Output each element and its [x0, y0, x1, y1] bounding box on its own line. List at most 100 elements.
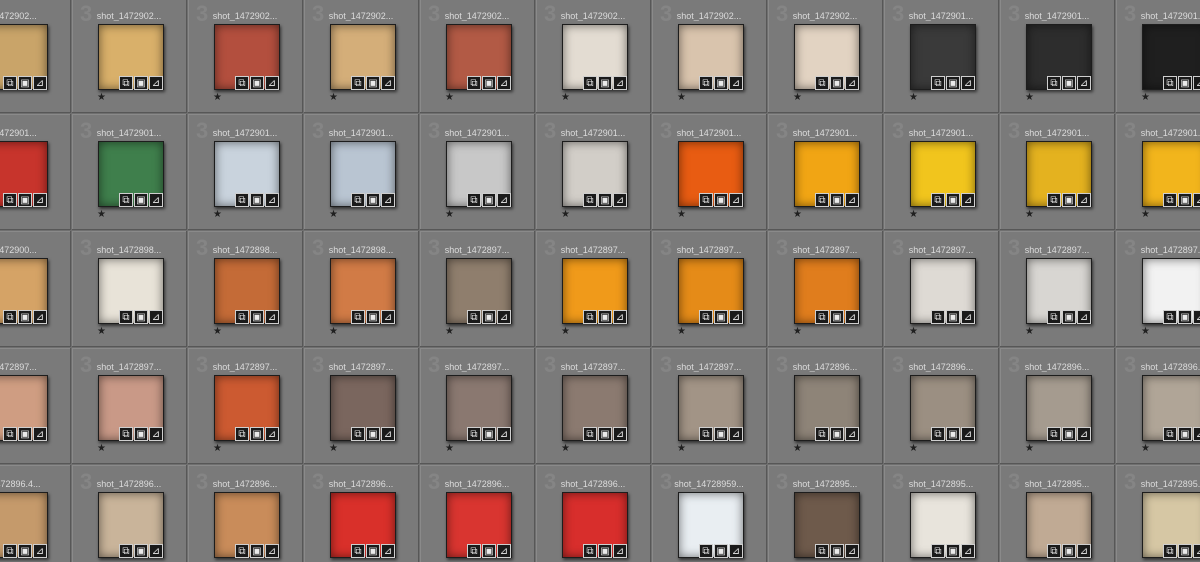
rating-star-icon[interactable]: ★ — [1141, 443, 1150, 454]
metadata-badge-icon[interactable]: ▣ — [18, 310, 32, 324]
keyword-tag-icon[interactable]: ⧉ — [351, 193, 365, 207]
keyword-tag-icon[interactable]: ⧉ — [235, 544, 249, 558]
grid-cell[interactable]: 3 shot_1472898... ⧉ ▣ ⊿ ★ — [304, 231, 419, 347]
develop-adjust-icon[interactable]: ⊿ — [381, 427, 395, 441]
rating-star-icon[interactable]: ★ — [329, 209, 338, 220]
grid-cell[interactable]: 3 shot_1472895... ⧉ ▣ ⊿ — [768, 465, 883, 562]
grid-cell[interactable]: 3_1472902...⧉▣⊿★ — [0, 0, 71, 113]
metadata-badge-icon[interactable]: ▣ — [134, 427, 148, 441]
rating-star-icon[interactable]: ★ — [677, 443, 686, 454]
keyword-tag-icon[interactable]: ⧉ — [699, 427, 713, 441]
metadata-badge-icon[interactable]: ▣ — [134, 544, 148, 558]
grid-cell[interactable]: 3 shot_1472896... ⧉ ▣ ⊿ ★ — [1000, 348, 1115, 464]
develop-adjust-icon[interactable]: ⊿ — [729, 427, 743, 441]
develop-adjust-icon[interactable]: ⊿ — [149, 427, 163, 441]
metadata-badge-icon[interactable]: ▣ — [18, 544, 32, 558]
rating-star-icon[interactable]: ★ — [1025, 92, 1034, 103]
grid-cell[interactable]: 3 shot_1472901... ⧉ ▣ ⊿ ★ — [1000, 114, 1115, 230]
rating-star-icon[interactable]: ★ — [561, 209, 570, 220]
metadata-badge-icon[interactable]: ▣ — [598, 193, 612, 207]
metadata-badge-icon[interactable]: ▣ — [250, 193, 264, 207]
develop-adjust-icon[interactable]: ⊿ — [1193, 193, 1200, 207]
grid-cell[interactable]: 3 shot_1472896... ⧉ ▣ ⊿ ★ — [884, 348, 999, 464]
keyword-tag-icon[interactable]: ⧉ — [3, 427, 17, 441]
metadata-badge-icon[interactable]: ▣ — [1178, 427, 1192, 441]
rating-star-icon[interactable]: ★ — [793, 209, 802, 220]
metadata-badge-icon[interactable]: ▣ — [134, 310, 148, 324]
metadata-badge-icon[interactable]: ▣ — [366, 544, 380, 558]
develop-adjust-icon[interactable]: ⊿ — [33, 427, 47, 441]
grid-cell[interactable]: 3 shot_1472897... ⧉ ▣ ⊿ ★ — [536, 231, 651, 347]
grid-cell[interactable]: 3 shot_1472901... ⧉ ▣ ⊿ ★ — [1116, 0, 1200, 113]
develop-adjust-icon[interactable]: ⊿ — [149, 76, 163, 90]
metadata-badge-icon[interactable]: ▣ — [1178, 310, 1192, 324]
keyword-tag-icon[interactable]: ⧉ — [119, 76, 133, 90]
grid-cell[interactable]: 3 shot_1472897... ⧉ ▣ ⊿ ★ — [536, 348, 651, 464]
metadata-badge-icon[interactable]: ▣ — [946, 427, 960, 441]
metadata-badge-icon[interactable]: ▣ — [598, 76, 612, 90]
rating-star-icon[interactable]: ★ — [213, 326, 222, 337]
grid-cell[interactable]: 3 shot_1472901... ⧉ ▣ ⊿ ★ — [652, 114, 767, 230]
rating-star-icon[interactable]: ★ — [793, 326, 802, 337]
metadata-badge-icon[interactable]: ▣ — [714, 310, 728, 324]
metadata-badge-icon[interactable]: ▣ — [946, 193, 960, 207]
metadata-badge-icon[interactable]: ▣ — [482, 427, 496, 441]
grid-cell[interactable]: 3 shot_1472901... ⧉ ▣ ⊿ ★ — [72, 114, 187, 230]
metadata-badge-icon[interactable]: ▣ — [714, 544, 728, 558]
metadata-badge-icon[interactable]: ▣ — [830, 193, 844, 207]
metadata-badge-icon[interactable]: ▣ — [482, 193, 496, 207]
metadata-badge-icon[interactable]: ▣ — [1178, 544, 1192, 558]
keyword-tag-icon[interactable]: ⧉ — [467, 76, 481, 90]
metadata-badge-icon[interactable]: ▣ — [830, 310, 844, 324]
metadata-badge-icon[interactable]: ▣ — [366, 427, 380, 441]
develop-adjust-icon[interactable]: ⊿ — [381, 310, 395, 324]
rating-star-icon[interactable]: ★ — [1141, 92, 1150, 103]
develop-adjust-icon[interactable]: ⊿ — [845, 544, 859, 558]
grid-cell[interactable]: 3 shot_1472895... ⧉ ▣ ⊿ — [884, 465, 999, 562]
keyword-tag-icon[interactable]: ⧉ — [467, 427, 481, 441]
grid-cell[interactable]: 3 shot_1472896... ⧉ ▣ ⊿ ★ — [768, 348, 883, 464]
grid-cell[interactable]: 3_1472896.4...⧉▣⊿ — [0, 465, 71, 562]
keyword-tag-icon[interactable]: ⧉ — [351, 76, 365, 90]
rating-star-icon[interactable]: ★ — [1025, 326, 1034, 337]
keyword-tag-icon[interactable]: ⧉ — [931, 193, 945, 207]
rating-star-icon[interactable]: ★ — [677, 92, 686, 103]
develop-adjust-icon[interactable]: ⊿ — [1193, 310, 1200, 324]
rating-star-icon[interactable]: ★ — [329, 443, 338, 454]
keyword-tag-icon[interactable]: ⧉ — [699, 310, 713, 324]
keyword-tag-icon[interactable]: ⧉ — [699, 544, 713, 558]
develop-adjust-icon[interactable]: ⊿ — [845, 310, 859, 324]
develop-adjust-icon[interactable]: ⊿ — [265, 193, 279, 207]
develop-adjust-icon[interactable]: ⊿ — [961, 76, 975, 90]
rating-star-icon[interactable]: ★ — [97, 209, 106, 220]
grid-cell[interactable]: 3 shot_1472896... ⧉ ▣ ⊿ ★ — [1116, 348, 1200, 464]
metadata-badge-icon[interactable]: ▣ — [482, 544, 496, 558]
develop-adjust-icon[interactable]: ⊿ — [265, 427, 279, 441]
metadata-badge-icon[interactable]: ▣ — [1178, 76, 1192, 90]
develop-adjust-icon[interactable]: ⊿ — [1077, 427, 1091, 441]
keyword-tag-icon[interactable]: ⧉ — [699, 76, 713, 90]
rating-star-icon[interactable]: ★ — [677, 209, 686, 220]
rating-star-icon[interactable]: ★ — [329, 92, 338, 103]
grid-cell[interactable]: 3 shot_1472895... ⧉ ▣ ⊿ — [1000, 465, 1115, 562]
metadata-badge-icon[interactable]: ▣ — [366, 76, 380, 90]
keyword-tag-icon[interactable]: ⧉ — [815, 193, 829, 207]
develop-adjust-icon[interactable]: ⊿ — [497, 427, 511, 441]
rating-star-icon[interactable]: ★ — [561, 443, 570, 454]
rating-star-icon[interactable]: ★ — [1141, 326, 1150, 337]
keyword-tag-icon[interactable]: ⧉ — [119, 310, 133, 324]
keyword-tag-icon[interactable]: ⧉ — [119, 427, 133, 441]
grid-cell[interactable]: 3 shot_1472902... ⧉ ▣ ⊿ ★ — [536, 0, 651, 113]
develop-adjust-icon[interactable]: ⊿ — [729, 193, 743, 207]
develop-adjust-icon[interactable]: ⊿ — [1077, 76, 1091, 90]
rating-star-icon[interactable]: ★ — [1141, 209, 1150, 220]
metadata-badge-icon[interactable]: ▣ — [366, 310, 380, 324]
metadata-badge-icon[interactable]: ▣ — [830, 76, 844, 90]
rating-star-icon[interactable]: ★ — [793, 443, 802, 454]
rating-star-icon[interactable]: ★ — [213, 92, 222, 103]
metadata-badge-icon[interactable]: ▣ — [250, 544, 264, 558]
rating-star-icon[interactable]: ★ — [561, 92, 570, 103]
grid-cell[interactable]: 3 shot_1472896... ⧉ ▣ ⊿ — [536, 465, 651, 562]
develop-adjust-icon[interactable]: ⊿ — [497, 310, 511, 324]
grid-cell[interactable]: 3 shot_1472897... ⧉ ▣ ⊿ ★ — [72, 348, 187, 464]
